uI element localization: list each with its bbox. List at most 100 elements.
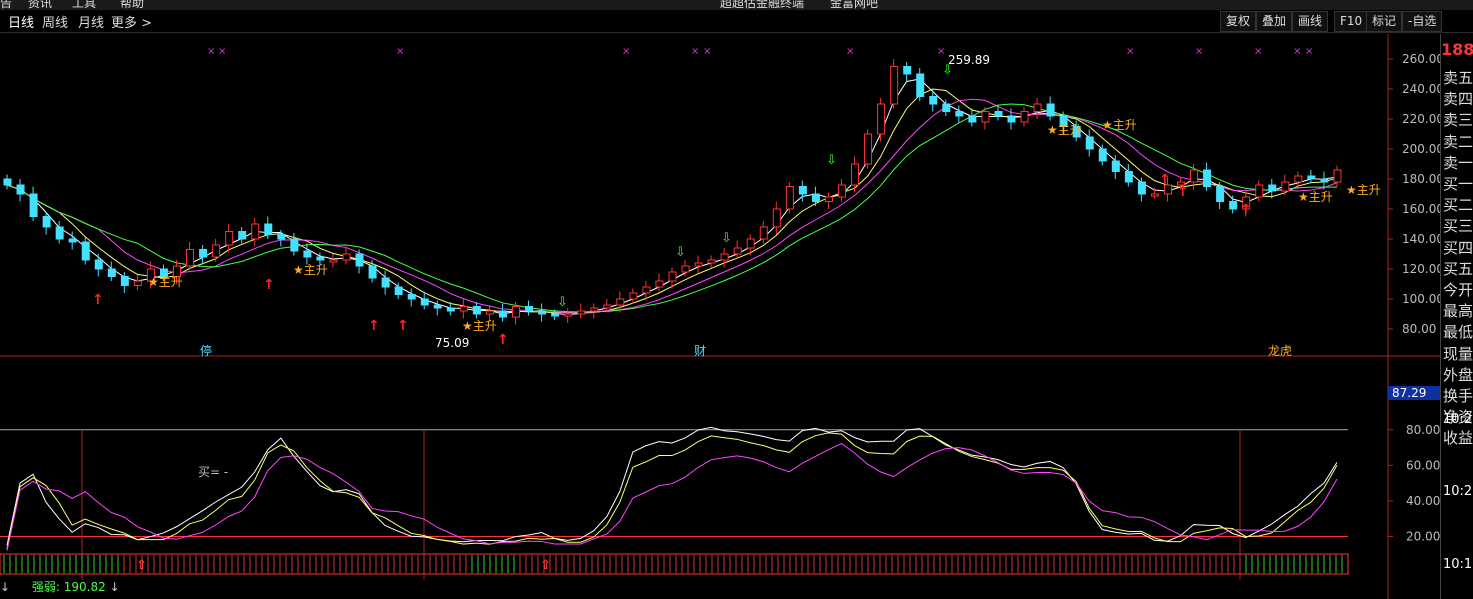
candle-body xyxy=(498,310,507,318)
candle-body xyxy=(290,238,299,252)
title-fragment: 资讯 xyxy=(28,0,53,10)
title-fragment: 金富网吧 xyxy=(830,0,879,10)
quote-row-label: 买一 xyxy=(1443,175,1473,193)
candle-body xyxy=(303,250,312,258)
quote-row-label: 卖二 xyxy=(1443,132,1473,151)
candle-body xyxy=(81,241,90,261)
candle-body xyxy=(433,304,442,309)
candle-body xyxy=(133,280,142,286)
candle-body xyxy=(551,313,560,317)
tab-more[interactable]: 更多 > xyxy=(111,12,152,31)
x-marker-icon: × xyxy=(1195,46,1203,57)
candle-body xyxy=(616,298,625,306)
quote-row-label: 卖一 xyxy=(1443,153,1473,172)
chart-background xyxy=(0,34,1440,599)
candle-body xyxy=(538,310,547,315)
main-rise-signal-label: ★主升 xyxy=(1047,123,1082,137)
window-title-bar: 告 资讯 工具 帮助 超超估金融终端 金富网吧 xyxy=(0,0,1473,10)
candle-body xyxy=(525,306,534,312)
x-marker-icon: × xyxy=(703,46,711,57)
sell-arrow-icon: ⇩ xyxy=(675,245,686,260)
candle-body xyxy=(837,184,846,198)
restore-rights-button[interactable]: 复权 xyxy=(1220,11,1257,32)
quote-row-label: 收益 xyxy=(1443,429,1473,448)
buy-arrow-icon: ↑ xyxy=(1159,172,1171,188)
candle-body xyxy=(42,216,51,228)
overlay-button[interactable]: 叠加 xyxy=(1256,11,1293,32)
quote-row-label: 卖三 xyxy=(1443,111,1473,130)
candle-body xyxy=(929,96,938,105)
sell-arrow-icon: ⇩ xyxy=(721,231,732,246)
main-rise-signal-label: ★主升 xyxy=(148,275,183,289)
candle-body xyxy=(733,247,742,255)
candle-body xyxy=(655,280,664,288)
main-rise-signal-label: ★主升 xyxy=(1298,190,1333,204)
candle-body xyxy=(903,66,912,75)
candle-body xyxy=(1307,175,1316,180)
candle-body xyxy=(3,178,12,186)
quote-row-label: 买四 xyxy=(1443,238,1473,257)
candle-body xyxy=(1020,111,1029,123)
candle-body xyxy=(851,163,860,186)
title-fragment: 帮助 xyxy=(120,0,145,10)
buy-arrow-icon: ↑ xyxy=(1240,202,1252,218)
mark-button[interactable]: 标记 xyxy=(1366,11,1403,32)
quote-row-label: 换手 xyxy=(1443,387,1473,405)
candle-body xyxy=(890,66,899,105)
price-tick-label: 260.00 xyxy=(1402,52,1440,66)
strip-up-arrow-icon: ⇧ xyxy=(136,558,147,573)
candle-body xyxy=(1085,136,1094,150)
tab-monthly[interactable]: 月线 xyxy=(78,12,104,31)
kline-chart-area[interactable]: 259.8975.09★主升★主升★主升★主升 ★主升★主升 ★主升↑↑↑ ↑↑↑↑↑… xyxy=(0,34,1440,599)
tick-time-label: 10:20 xyxy=(1443,484,1473,499)
candle-body xyxy=(877,103,886,135)
f10-button[interactable]: F10 xyxy=(1334,11,1369,32)
draw-line-button[interactable]: 画线 xyxy=(1292,11,1329,32)
strength-readout: ↓ 强弱: 190.82 ↓ xyxy=(0,578,120,596)
candle-body xyxy=(772,208,781,228)
candle-body xyxy=(1007,115,1016,123)
x-marker-icon: × xyxy=(1254,46,1262,57)
candle-body xyxy=(1150,193,1159,197)
tab-weekly[interactable]: 周线 xyxy=(42,12,68,31)
quote-row-label: 买二 xyxy=(1443,196,1473,215)
candle-body xyxy=(342,253,351,261)
candle-body xyxy=(968,115,977,123)
watchlist-button[interactable]: -自选 xyxy=(1402,11,1443,32)
candle-body xyxy=(120,276,129,286)
main-rise-signal-label: ★主升 xyxy=(293,263,328,277)
candle-body xyxy=(485,310,494,315)
title-fragment: 工具 xyxy=(72,0,97,10)
candle-body xyxy=(1111,160,1120,172)
x-marker-icon: × xyxy=(937,46,945,57)
candle-body xyxy=(407,294,416,300)
sell-arrow-icon: ⇩ xyxy=(826,153,837,168)
candle-body xyxy=(368,265,377,279)
candle-body xyxy=(446,307,455,312)
tick-time-label: 10:25 xyxy=(1443,412,1473,427)
quote-row-label: 现量 xyxy=(1443,344,1473,363)
candle-body xyxy=(707,259,716,264)
high-price-annotation: 259.89 xyxy=(948,53,990,67)
toolbar: 日线 周线 月线 更多 > 复权 叠加 画线 F10 标记 -自选 xyxy=(0,10,1473,33)
candle-body xyxy=(186,249,195,267)
sub-tick-label: 40.00 xyxy=(1406,494,1440,508)
candle-body xyxy=(1294,175,1303,183)
candle-body xyxy=(1320,178,1329,183)
candle-body xyxy=(420,298,429,306)
buy-arrow-icon: ↑ xyxy=(368,318,380,334)
tab-daily[interactable]: 日线 xyxy=(8,12,34,31)
x-marker-icon: × xyxy=(218,46,226,57)
candle-body xyxy=(316,256,325,261)
current-value-label: 87.29 xyxy=(1392,386,1426,400)
candle-body xyxy=(381,277,390,288)
candle-body xyxy=(225,231,234,246)
candle-body xyxy=(1098,148,1107,162)
candle-body xyxy=(68,238,77,243)
candle-body xyxy=(199,249,208,258)
candle-body xyxy=(720,253,729,261)
candle-body xyxy=(1190,169,1199,183)
price-tick-label: 120.00 xyxy=(1402,262,1440,276)
candle-body xyxy=(1137,181,1146,195)
buy-arrow-icon: ↑ xyxy=(92,292,104,308)
